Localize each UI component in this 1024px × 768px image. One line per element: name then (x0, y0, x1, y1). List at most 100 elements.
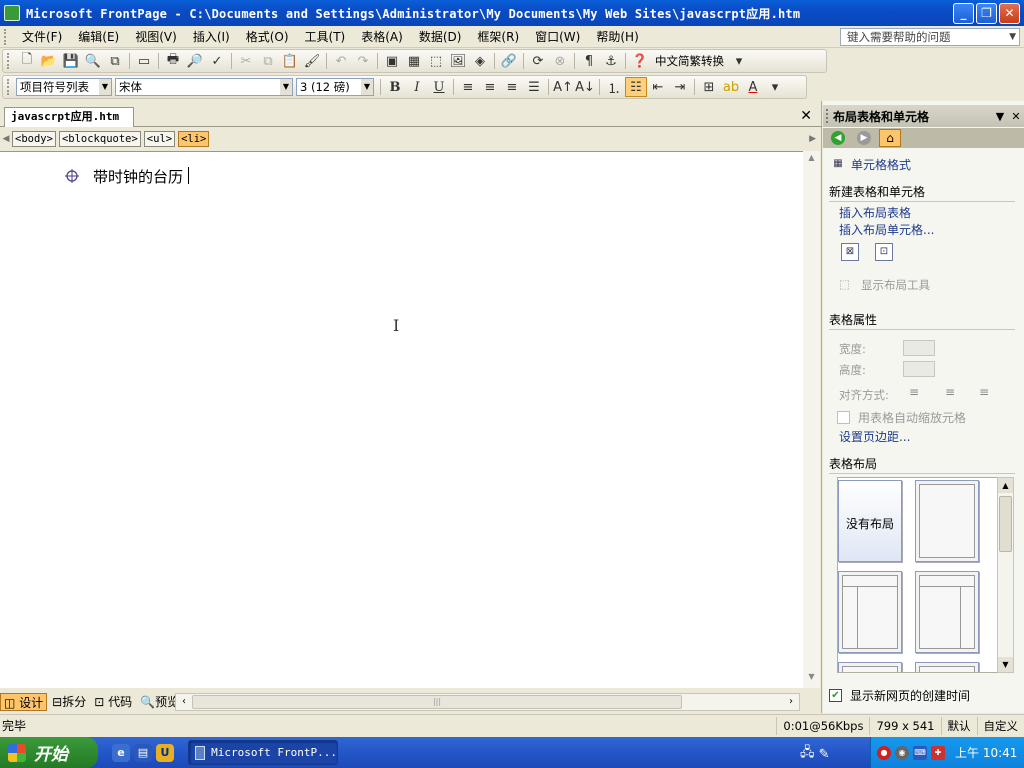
network-icon[interactable]: 🖧 (800, 743, 815, 765)
scroll-down-icon[interactable]: ▼ (803, 672, 820, 686)
cut-icon[interactable]: ✂ (235, 51, 257, 71)
font-select[interactable]: 宋体 ▼ (115, 78, 293, 96)
menu-tools[interactable]: 工具(T) (297, 27, 354, 47)
pane-grip[interactable] (826, 109, 830, 123)
tray-shield-icon[interactable]: ✚ (931, 745, 945, 760)
layout-single[interactable] (915, 480, 979, 562)
document-tab[interactable]: javascrpt应用.htm (4, 107, 135, 127)
mode-custom[interactable]: 自定义 (976, 716, 1024, 735)
tab-design[interactable]: ◫ 设计 (0, 693, 48, 711)
minimize-button[interactable]: _ (953, 2, 974, 24)
open-icon[interactable]: 📂 (38, 51, 60, 71)
download-time[interactable]: 0:01@56Kbps (776, 716, 869, 735)
layout-header-right[interactable] (915, 571, 979, 653)
menu-edit[interactable]: 编辑(E) (70, 27, 127, 47)
print-icon[interactable]: 🖶 (162, 51, 184, 71)
list-item-text[interactable]: 带时钟的台历 (93, 166, 183, 187)
style-select[interactable]: 项目符号列表 ▼ (16, 78, 112, 96)
tag-li[interactable]: <li> (178, 131, 210, 147)
copy-icon[interactable]: ⧉ (257, 51, 279, 71)
format-painter-icon[interactable]: 🖌 (301, 51, 323, 71)
taskbar-item-frontpage[interactable]: Microsoft FrontP... (188, 740, 338, 765)
tray-input-icon[interactable]: ⌨ (913, 745, 927, 760)
show-layout-tool-icon[interactable]: ⬚ (839, 277, 850, 291)
search-icon[interactable]: 🔍 (82, 51, 104, 71)
toolbar-grip[interactable] (7, 79, 12, 95)
align-left-icon[interactable]: ≡ (909, 385, 919, 399)
insert-table-icon[interactable]: ▦ (403, 51, 425, 71)
undo-icon[interactable]: ↶ (330, 51, 352, 71)
chevron-down-icon[interactable]: ▼ (1009, 29, 1016, 45)
increase-font-icon[interactable]: A↑ (552, 77, 574, 97)
close-icon[interactable]: ✕ (800, 108, 812, 124)
decrease-font-icon[interactable]: A↓ (574, 77, 596, 97)
clock[interactable]: 上午 10:41 (955, 744, 1017, 761)
tag-ul[interactable]: <ul> (143, 131, 176, 147)
scroll-thumb[interactable]: ||| (192, 695, 682, 709)
app-shortcut-icon[interactable]: U (156, 743, 174, 762)
insert-layout-cell-link[interactable]: 插入布局单元格... (839, 221, 934, 238)
chevron-down-icon[interactable]: ▼ (361, 79, 373, 95)
align-right-icon[interactable]: ≡ (979, 385, 989, 399)
ie-icon[interactable]: e (112, 743, 130, 762)
underline-button[interactable]: U (428, 77, 450, 97)
menu-window[interactable]: 窗口(W) (527, 27, 588, 47)
menu-format[interactable]: 格式(O) (238, 27, 297, 47)
align-center-icon[interactable]: ≡ (945, 385, 955, 399)
scroll-up-icon[interactable]: ▲ (803, 153, 820, 167)
stop-icon[interactable]: ⊗ (549, 51, 571, 71)
forward-icon[interactable]: ▶ (853, 129, 875, 147)
scroll-right-icon[interactable]: › (783, 694, 799, 710)
justify-icon[interactable]: ☰ (523, 77, 545, 97)
scroll-up-icon[interactable]: ▲ (998, 478, 1013, 493)
show-all-icon[interactable]: ¶ (578, 51, 600, 71)
anchor-icon[interactable]: ⚓ (600, 51, 622, 71)
show-layout-tool-label[interactable]: 显示布局工具 (861, 277, 930, 293)
close-button[interactable]: ✕ (999, 2, 1020, 24)
chinese-convert-button[interactable]: 中文简繁转换 (651, 53, 728, 69)
tray-record-icon[interactable]: ● (877, 745, 891, 760)
back-icon[interactable]: ◀ (827, 129, 849, 147)
menu-file[interactable]: 文件(F) (14, 27, 70, 47)
tab-code[interactable]: ⊡ 代码 (91, 693, 135, 711)
draw-layout-cell-icon[interactable]: ⊡ (875, 243, 893, 261)
refresh-icon[interactable]: ⟳ (527, 51, 549, 71)
hyperlink-icon[interactable]: 🔗 (498, 51, 520, 71)
preview-icon[interactable]: 🔎 (184, 51, 206, 71)
highlight-icon[interactable]: ab (720, 77, 742, 97)
align-center-icon[interactable]: ≡ (479, 77, 501, 97)
layout-none[interactable]: 没有布局 (838, 480, 902, 562)
autoscale-checkbox[interactable] (837, 411, 850, 424)
chevron-down-icon[interactable]: ▼ (280, 79, 292, 95)
horizontal-scrollbar[interactable]: ‹ ||| › (175, 693, 800, 711)
bullet-list-icon[interactable]: ☷ (625, 77, 647, 97)
page-size[interactable]: 799 x 541 (869, 716, 940, 735)
save-icon[interactable]: 💾 (60, 51, 82, 71)
close-icon[interactable]: ✕ (1008, 110, 1024, 123)
increase-indent-icon[interactable]: ⇥ (669, 77, 691, 97)
numbered-list-icon[interactable]: ⒈ (603, 77, 625, 97)
menu-view[interactable]: 视图(V) (127, 27, 185, 47)
menu-insert[interactable]: 插入(I) (185, 27, 238, 47)
chevron-down-icon[interactable]: ▼ (992, 110, 1008, 123)
chevron-down-icon[interactable]: ▾ (728, 51, 750, 71)
toolbar-grip[interactable] (7, 53, 12, 69)
height-input[interactable] (903, 361, 935, 377)
border-icon[interactable]: ⊞ (698, 77, 720, 97)
align-left-icon[interactable]: ≡ (457, 77, 479, 97)
tab-split[interactable]: ⊟拆分 (49, 693, 89, 711)
show-desktop-icon[interactable]: ▤ (134, 743, 152, 762)
menu-table[interactable]: 表格(A) (353, 27, 411, 47)
cell-format-link[interactable]: 单元格格式 (851, 156, 911, 173)
bold-button[interactable]: B (384, 77, 406, 97)
show-time-row[interactable]: ✔ 显示新网页的创建时间 (829, 687, 970, 704)
chevron-down-icon[interactable]: ▼ (99, 79, 111, 95)
tag-blockquote[interactable]: <blockquote> (58, 131, 141, 147)
new-page-icon[interactable]: 🗋 (16, 51, 38, 71)
tag-scroll-right-icon[interactable]: ▶ (809, 134, 816, 144)
tag-scroll-left-icon[interactable]: ◀ (0, 134, 12, 144)
tag-body[interactable]: <body> (12, 131, 56, 147)
paste-icon[interactable]: 📋 (279, 51, 301, 71)
scroll-thumb[interactable] (999, 496, 1012, 552)
layout-header-left[interactable] (838, 571, 902, 653)
